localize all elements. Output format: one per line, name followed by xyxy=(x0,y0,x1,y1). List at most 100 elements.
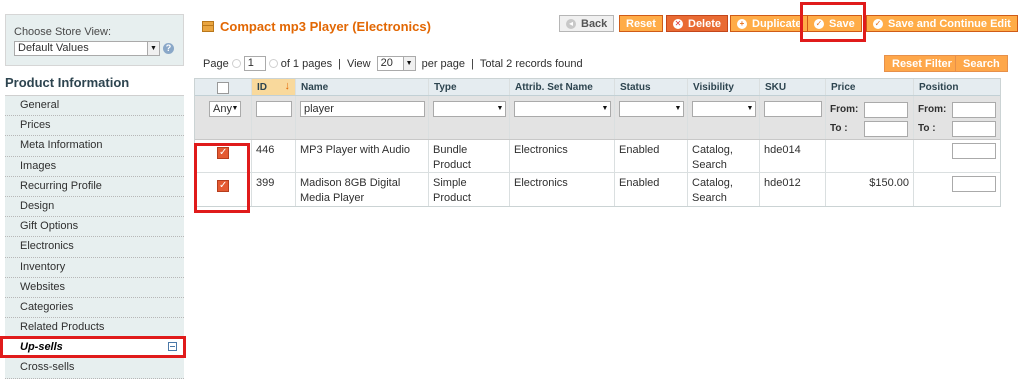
column-visibility[interactable]: Visibility xyxy=(688,79,760,95)
check-icon: ✓ xyxy=(873,18,883,29)
duplicate-button-label: Duplicate xyxy=(752,17,802,30)
column-name[interactable]: Name xyxy=(296,79,429,95)
delete-icon: ✕ xyxy=(673,18,683,29)
reset-button[interactable]: Reset xyxy=(619,15,663,32)
sku-filter-input[interactable] xyxy=(764,101,822,117)
table-row[interactable]: 399 Madison 8GB Digital Media Player Sim… xyxy=(195,173,1000,206)
tab-recurring-profile[interactable]: Recurring Profile xyxy=(5,176,184,197)
page-input[interactable]: 1 xyxy=(243,56,266,71)
duplicate-button[interactable]: + Duplicate xyxy=(730,15,809,32)
row-checkbox[interactable] xyxy=(217,145,229,160)
search-button-label: Search xyxy=(963,57,1000,70)
table-row[interactable]: 446 MP3 Player with Audio Bundle Product… xyxy=(195,140,1000,173)
sort-arrow-icon: ↓ xyxy=(284,80,291,92)
tab-label: Inventory xyxy=(20,260,66,273)
chevron-down-icon: ▼ xyxy=(231,105,239,112)
filter-name-cell: player xyxy=(296,96,429,139)
view-label: View xyxy=(346,57,371,70)
cell-type: Bundle Product xyxy=(429,140,510,172)
select-all-checkbox[interactable] xyxy=(217,82,229,94)
tab-images[interactable]: Images xyxy=(5,156,184,177)
next-page-icon[interactable] xyxy=(268,59,278,68)
delete-button[interactable]: ✕ Delete xyxy=(666,15,729,32)
tab-label: Websites xyxy=(20,280,66,293)
save-and-continue-button[interactable]: ✓ Save and Continue Edit xyxy=(866,15,1018,32)
check-icon: ✓ xyxy=(814,18,824,29)
tab-websites[interactable]: Websites xyxy=(5,277,184,298)
column-sku[interactable]: SKU xyxy=(760,79,826,95)
cell-status: Enabled xyxy=(615,140,688,172)
column-label: ID xyxy=(257,82,267,93)
row-select-cell xyxy=(195,140,252,172)
back-button[interactable]: ◂ Back xyxy=(559,15,615,32)
price-to-row: To : xyxy=(830,119,909,138)
select-all-column xyxy=(195,79,252,95)
filter-id-cell xyxy=(252,96,296,139)
column-label: SKU xyxy=(765,82,787,93)
tab-up-sells[interactable]: Up-sells xyxy=(5,338,184,359)
column-label: Status xyxy=(620,82,651,93)
column-id[interactable]: ID ↓ xyxy=(252,79,296,95)
prev-page-icon[interactable] xyxy=(231,59,241,68)
reset-filter-button[interactable]: Reset Filter xyxy=(884,55,960,72)
position-input[interactable] xyxy=(952,176,996,192)
position-to-row: To : xyxy=(918,119,996,138)
to-label: To : xyxy=(830,123,848,134)
tab-design[interactable]: Design xyxy=(5,196,184,218)
tab-label: Meta Information xyxy=(20,139,103,152)
grid-header-row: ID ↓ Name Type Attrib. Set Name Status V… xyxy=(195,79,1000,96)
column-status[interactable]: Status xyxy=(615,79,688,95)
id-filter-input[interactable] xyxy=(256,101,292,117)
sidebar: Choose Store View: Default Values ▼ ? Pr… xyxy=(5,14,184,381)
position-input[interactable] xyxy=(952,143,996,159)
price-from-input[interactable] xyxy=(864,101,908,118)
per-page-select[interactable]: 20 ▼ xyxy=(376,56,416,71)
tab-gift-options[interactable]: Gift Options xyxy=(5,217,184,238)
type-filter-select[interactable]: ▼ xyxy=(433,101,506,117)
store-view-select[interactable]: Default Values ▼ xyxy=(14,41,160,56)
column-attrib-set[interactable]: Attrib. Set Name xyxy=(510,79,615,95)
page-title-text: Compact mp3 Player (Electronics) xyxy=(220,19,431,34)
tab-electronics[interactable]: Electronics xyxy=(5,237,184,258)
cell-position xyxy=(914,140,1000,172)
search-button[interactable]: Search xyxy=(955,55,1008,72)
filter-visibility-cell: ▼ xyxy=(688,96,760,139)
row-checkbox[interactable] xyxy=(217,178,229,193)
from-label: From: xyxy=(918,104,947,115)
price-to-input[interactable] xyxy=(864,120,908,137)
store-view-label: Choose Store View: xyxy=(14,26,112,38)
collapse-icon xyxy=(168,342,177,352)
tab-cross-sells[interactable]: Cross-sells xyxy=(5,358,184,379)
chevron-down-icon: ▼ xyxy=(674,105,682,112)
position-from-row: From: xyxy=(918,100,996,119)
help-icon[interactable]: ? xyxy=(163,43,174,54)
tab-categories[interactable]: Categories xyxy=(5,297,184,319)
column-price[interactable]: Price xyxy=(826,79,914,95)
from-label: From: xyxy=(830,104,859,115)
tab-meta-information[interactable]: Meta Information xyxy=(5,136,184,157)
name-filter-input[interactable]: player xyxy=(300,101,425,117)
store-view-switcher: Choose Store View: Default Values ▼ ? xyxy=(5,14,184,66)
of-pages-text: of 1 pages xyxy=(280,57,333,70)
row-select-cell xyxy=(195,173,252,206)
plus-icon: + xyxy=(737,18,747,29)
select-filter-dropdown[interactable]: Any ▼ xyxy=(209,101,241,117)
filter-position-cell: From: To : xyxy=(914,96,1000,139)
tab-related-products[interactable]: Related Products xyxy=(5,318,184,339)
column-type[interactable]: Type xyxy=(429,79,510,95)
cell-type: Simple Product xyxy=(429,173,510,206)
position-to-input[interactable] xyxy=(952,120,996,137)
save-button[interactable]: ✓ Save xyxy=(807,15,862,32)
column-position[interactable]: Position xyxy=(914,79,1000,95)
tab-label: Related Products xyxy=(20,321,105,334)
position-from-input[interactable] xyxy=(952,101,996,118)
tab-general[interactable]: General xyxy=(5,96,184,117)
attrib-set-filter-select[interactable]: ▼ xyxy=(514,101,611,117)
status-filter-select[interactable]: ▼ xyxy=(619,101,684,117)
tab-inventory[interactable]: Inventory xyxy=(5,257,184,278)
product-information-heading: Product Information xyxy=(5,68,184,96)
visibility-filter-select[interactable]: ▼ xyxy=(692,101,756,117)
cell-position xyxy=(914,173,1000,206)
cell-sku: hde014 xyxy=(760,140,826,172)
tab-prices[interactable]: Prices xyxy=(5,116,184,137)
